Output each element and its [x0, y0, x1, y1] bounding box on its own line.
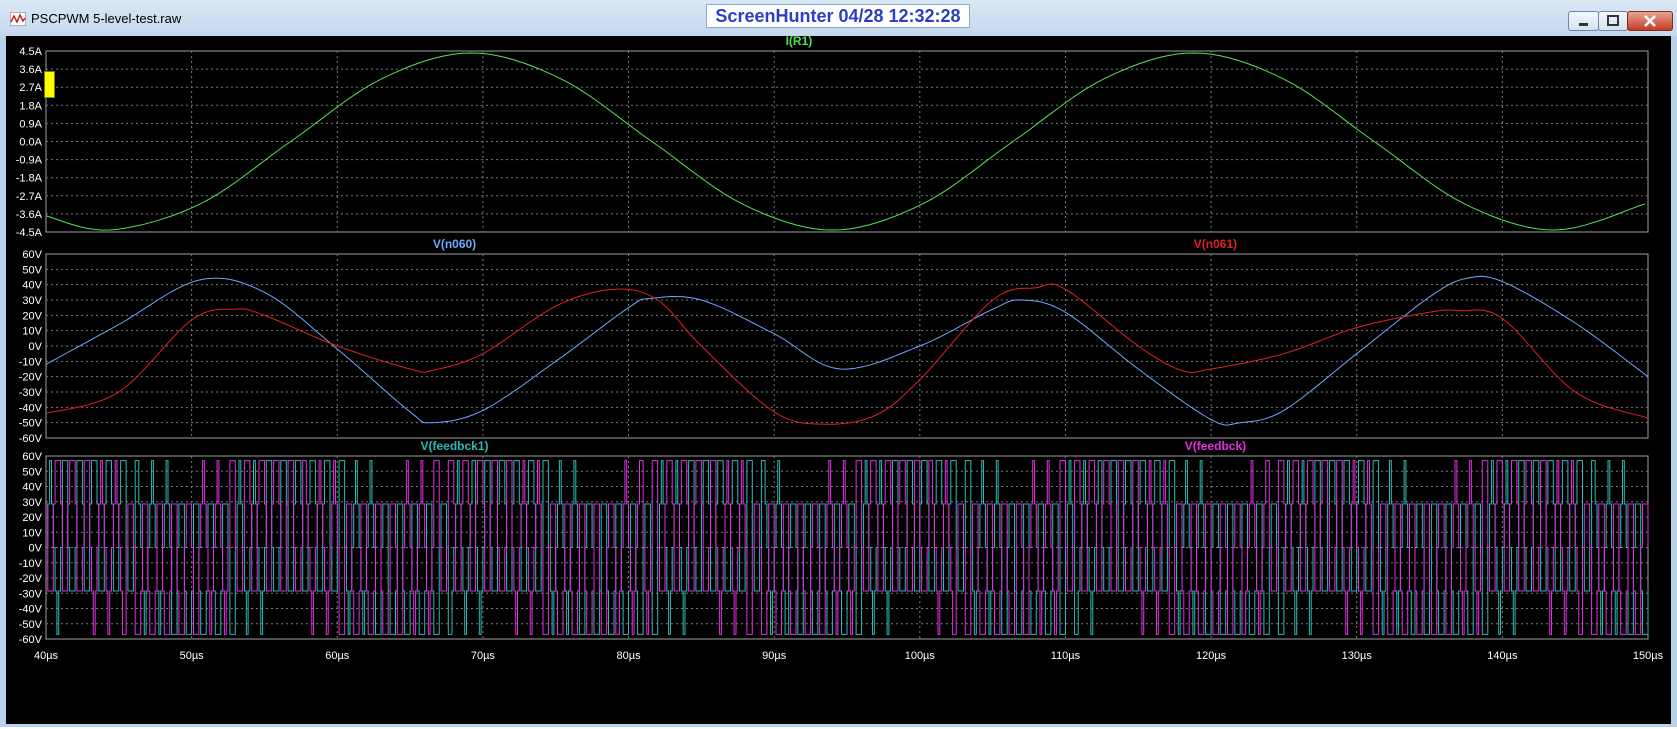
- y-tick-label: -10V: [19, 558, 43, 570]
- x-tick-label: 100µs: [905, 650, 936, 662]
- maximize-button[interactable]: [1598, 11, 1628, 31]
- waveform-app-icon: [10, 12, 26, 26]
- trace-label: I(R1): [786, 36, 813, 48]
- trace-label: V(feedbck): [1185, 439, 1246, 453]
- cursor-tooltip: [44, 71, 55, 98]
- y-tick-label: -2.7A: [16, 191, 43, 203]
- y-tick-label: 10V: [22, 527, 42, 539]
- y-tick-label: -1.8A: [16, 173, 43, 185]
- y-tick-label: -50V: [19, 619, 43, 631]
- y-tick-label: 10V: [22, 326, 42, 338]
- y-tick-label: -20V: [19, 372, 43, 384]
- x-tick-label: 40µs: [34, 650, 59, 662]
- x-tick-label: 130µs: [1342, 650, 1373, 662]
- y-tick-label: -3.6A: [16, 209, 43, 221]
- x-tick-label: 120µs: [1196, 650, 1227, 662]
- y-tick-label: 20V: [22, 512, 42, 524]
- y-tick-label: 60V: [22, 249, 42, 261]
- x-tick-label: 140µs: [1487, 650, 1518, 662]
- y-tick-label: -10V: [19, 356, 43, 368]
- y-tick-label: 2.7A: [19, 82, 42, 94]
- waveform-plots[interactable]: 4.5A 3.6A 2.7A 1.8A 0.9A 0.0A -0.9A -1.8A -2.7A -…: [6, 34, 1671, 724]
- y-tick-label: -30V: [19, 387, 43, 399]
- y-tick-label: -60V: [19, 634, 43, 646]
- minimize-icon: [1579, 23, 1588, 26]
- y-tick-label: 0V: [29, 543, 43, 555]
- y-tick-label: 20V: [22, 310, 42, 322]
- y-tick-label: 40V: [22, 482, 42, 494]
- y-tick-label: 60V: [22, 451, 42, 463]
- trace-vn061: [45, 283, 1649, 425]
- y-tick-label: -4.5A: [16, 227, 43, 239]
- close-button[interactable]: [1627, 11, 1673, 31]
- y-tick-label: 0.0A: [19, 137, 42, 149]
- title-bar[interactable]: PSCPWM 5-level-test.raw ScreenHunter 04/…: [0, 0, 1677, 36]
- x-tick-label: 70µs: [471, 650, 496, 662]
- y-tick-label: 30V: [22, 295, 42, 307]
- y-tick-label: 3.6A: [19, 64, 42, 76]
- x-tick-label: 50µs: [180, 650, 205, 662]
- y-tick-label: -20V: [19, 573, 43, 585]
- minimize-button[interactable]: [1568, 11, 1599, 31]
- y-tick-label: -50V: [19, 418, 43, 430]
- waveform-plot-area[interactable]: 4.5A 3.6A 2.7A 1.8A 0.9A 0.0A -0.9A -1.8A -2.7A -…: [6, 34, 1671, 724]
- x-tick-label: 60µs: [325, 650, 350, 662]
- close-icon: [1644, 15, 1656, 27]
- y-tick-label: 50V: [22, 264, 42, 276]
- y-tick-label: -0.9A: [16, 155, 43, 167]
- window-title: PSCPWM 5-level-test.raw: [31, 11, 182, 26]
- y-tick-label: 1.8A: [19, 100, 42, 112]
- y-tick-label: 0.9A: [19, 118, 42, 130]
- y-tick-label: 50V: [22, 466, 42, 478]
- trace-label: V(n060): [433, 237, 476, 251]
- trace-vn060: [45, 275, 1649, 426]
- x-tick-label: 110µs: [1051, 650, 1081, 662]
- y-tick-label: 30V: [22, 497, 42, 509]
- y-tick-label: 4.5A: [19, 46, 42, 58]
- y-tick-label: -40V: [19, 604, 43, 616]
- application-window: PSCPWM 5-level-test.raw ScreenHunter 04/…: [0, 0, 1677, 727]
- x-tick-label: 90µs: [762, 650, 787, 662]
- x-tick-label: 80µs: [617, 650, 642, 662]
- y-tick-label: 0V: [29, 341, 43, 353]
- screenhunter-timestamp: ScreenHunter 04/28 12:32:28: [706, 4, 970, 28]
- y-tick-label: -30V: [19, 588, 43, 600]
- trace-label: V(n061): [1194, 237, 1237, 251]
- x-tick-label: 150µs: [1633, 650, 1664, 662]
- y-tick-label: -40V: [19, 402, 43, 414]
- trace-label: V(feedbck1): [420, 439, 488, 453]
- y-tick-label: -60V: [19, 433, 43, 445]
- trace-ir1: [45, 52, 1646, 231]
- y-tick-label: 40V: [22, 280, 42, 292]
- maximize-icon: [1607, 15, 1619, 26]
